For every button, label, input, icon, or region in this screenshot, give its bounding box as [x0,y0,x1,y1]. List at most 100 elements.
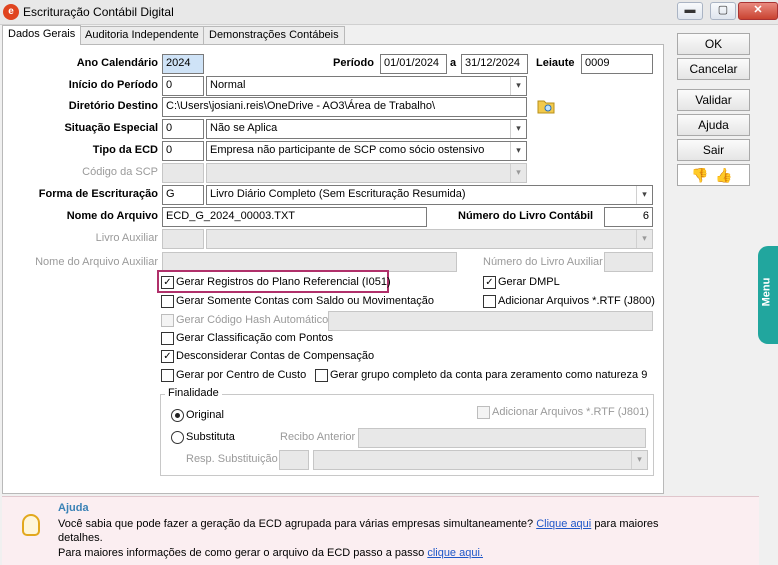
rtf-j800-checkbox[interactable] [483,295,496,308]
periodo-start-field[interactable]: 01/01/2024 [380,54,447,74]
rtf-j801-checkbox [477,406,490,419]
forma-escrituracao-select[interactable]: Livro Diário Completo (Sem Escrituração … [206,185,653,205]
plano-referencial-checkbox[interactable]: ✓ [161,276,174,289]
situacao-especial-select[interactable]: Não se Aplica ▾ [206,119,527,139]
close-button[interactable]: ✕ [738,2,778,20]
chevron-down-icon: ▾ [510,164,526,182]
side-menu-label: Menu [760,277,773,307]
ano-calendario-field[interactable]: 2024 [162,54,204,74]
ajuda-button[interactable]: Ajuda [677,114,750,136]
help-line-2: detalhes. [58,532,103,544]
tab-demonstracoes-contabeis[interactable]: Demonstrações Contábeis [203,26,345,44]
numero-livro-auxiliar-label: Número do Livro Auxiliar [483,256,603,268]
forma-escrituracao-label: Forma de Escrituração [38,188,158,200]
somente-contas-label: Gerar Somente Contas com Saldo ou Movime… [176,295,435,307]
minimize-button[interactable]: ▬ [677,2,703,20]
window-title: Escrituração Contábil Digital [23,5,174,19]
restore-button[interactable]: ▢ [710,2,736,20]
classificacao-pontos-label: Gerar Classificação com Pontos [176,332,334,344]
help-line-1-text: Você sabia que pode fazer a geração da E… [58,518,534,530]
chevron-down-icon: ▾ [636,230,652,248]
forma-escrituracao-code[interactable]: G [162,185,204,205]
ok-button[interactable]: OK [677,33,750,55]
inicio-periodo-label: Início do Período [68,79,158,91]
dmpl-checkbox[interactable]: ✓ [483,276,496,289]
hash-field [328,311,653,331]
help-link-1[interactable]: Clique aqui [536,518,591,530]
codigo-scp-select: ▾ [206,163,527,183]
numero-livro-auxiliar-field [604,252,653,272]
sair-button[interactable]: Sair [677,139,750,161]
help-line-3-text: Para maiores informações de como gerar o… [58,547,425,559]
recibo-anterior-label: Recibo Anterior [280,431,356,443]
chevron-down-icon: ▾ [510,142,526,160]
livro-auxiliar-select: ▾ [206,229,653,249]
validar-button[interactable]: Validar [677,89,750,111]
help-link-2[interactable]: clique aqui. [427,547,483,559]
grupo-completo-label: Gerar grupo completo da conta para zeram… [330,369,648,381]
codigo-scp-code [162,163,204,183]
recibo-anterior-field [358,428,646,448]
original-radio[interactable] [171,409,184,422]
substituta-label: Substituta [186,431,235,443]
chevron-down-icon: ▾ [510,120,526,138]
leiaute-field[interactable]: 0009 [581,54,653,74]
inicio-periodo-select[interactable]: Normal ▾ [206,76,527,96]
help-title: Ajuda [58,502,89,514]
periodo-separator: a [450,57,457,69]
help-line-1: Você sabia que pode fazer a geração da E… [58,518,659,530]
diretorio-destino-field[interactable]: C:\Users\josiani.reis\OneDrive - AO3\Áre… [162,97,527,117]
tab-auditoria-independente[interactable]: Auditoria Independente [79,26,205,44]
somente-contas-checkbox[interactable] [161,295,174,308]
finalidade-title: Finalidade [165,387,222,399]
situacao-especial-code[interactable]: 0 [162,119,204,139]
resp-substituicao-label: Resp. Substituição [186,453,278,465]
livro-auxiliar-code [162,229,204,249]
ano-calendario-label: Ano Calendário [76,57,158,69]
original-label: Original [186,409,224,421]
periodo-label: Período [333,57,374,69]
nome-arquivo-label: Nome do Arquivo [66,210,158,222]
hash-label: Gerar Código Hash Automático [176,314,329,326]
help-line-1-end: para maiores [594,518,659,530]
resp-substituicao-select: ▾ [313,450,648,470]
cancelar-button[interactable]: Cancelar [677,58,750,80]
resp-substituicao-code [279,450,309,470]
lightbulb-icon [22,514,40,536]
codigo-scp-label: Código da SCP [82,166,158,178]
nome-arquivo-auxiliar-label: Nome do Arquivo Auxiliar [35,256,158,268]
tipo-ecd-select[interactable]: Empresa não participante de SCP como sóc… [206,141,527,161]
classificacao-pontos-checkbox[interactable] [161,332,174,345]
inicio-periodo-code[interactable]: 0 [162,76,204,96]
nome-arquivo-field[interactable]: ECD_G_2024_00003.TXT [162,207,427,227]
tipo-ecd-label: Tipo da ECD [92,144,158,156]
plano-referencial-label: Gerar Registros do Plano Referencial (I0… [176,276,391,288]
centro-custo-checkbox[interactable] [161,369,174,382]
thumbs-down-icon[interactable]: 👎 [691,167,708,183]
desconsiderar-label: Desconsiderar Contas de Compensação [176,350,375,362]
thumbs-up-icon[interactable]: 👍 [715,167,732,183]
livro-auxiliar-label: Livro Auxiliar [95,232,158,244]
tab-dados-gerais[interactable]: Dados Gerais [2,25,82,45]
help-line-3: Para maiores informações de como gerar o… [58,547,483,559]
dmpl-label: Gerar DMPL [498,276,560,288]
chevron-down-icon: ▾ [510,77,526,95]
centro-custo-label: Gerar por Centro de Custo [176,369,307,381]
folder-search-icon[interactable] [537,98,555,114]
rtf-j801-label: Adicionar Arquivos *.RTF (J801) [492,406,649,418]
chart-logo-icon: e [3,4,19,20]
chevron-down-icon: ▾ [636,186,652,204]
numero-livro-label: Número do Livro Contábil [458,210,594,222]
tipo-ecd-code[interactable]: 0 [162,141,204,161]
substituta-radio[interactable] [171,431,184,444]
nome-arquivo-auxiliar-field [162,252,457,272]
periodo-end-field[interactable]: 31/12/2024 [461,54,528,74]
chevron-down-icon: ▾ [631,451,647,469]
situacao-especial-label: Situação Especial [64,122,158,134]
numero-livro-field[interactable]: 6 [604,207,653,227]
grupo-completo-checkbox[interactable] [315,369,328,382]
desconsiderar-checkbox[interactable]: ✓ [161,350,174,363]
leiaute-label: Leiaute [536,57,575,69]
feedback-box [677,164,750,186]
hash-checkbox [161,314,174,327]
